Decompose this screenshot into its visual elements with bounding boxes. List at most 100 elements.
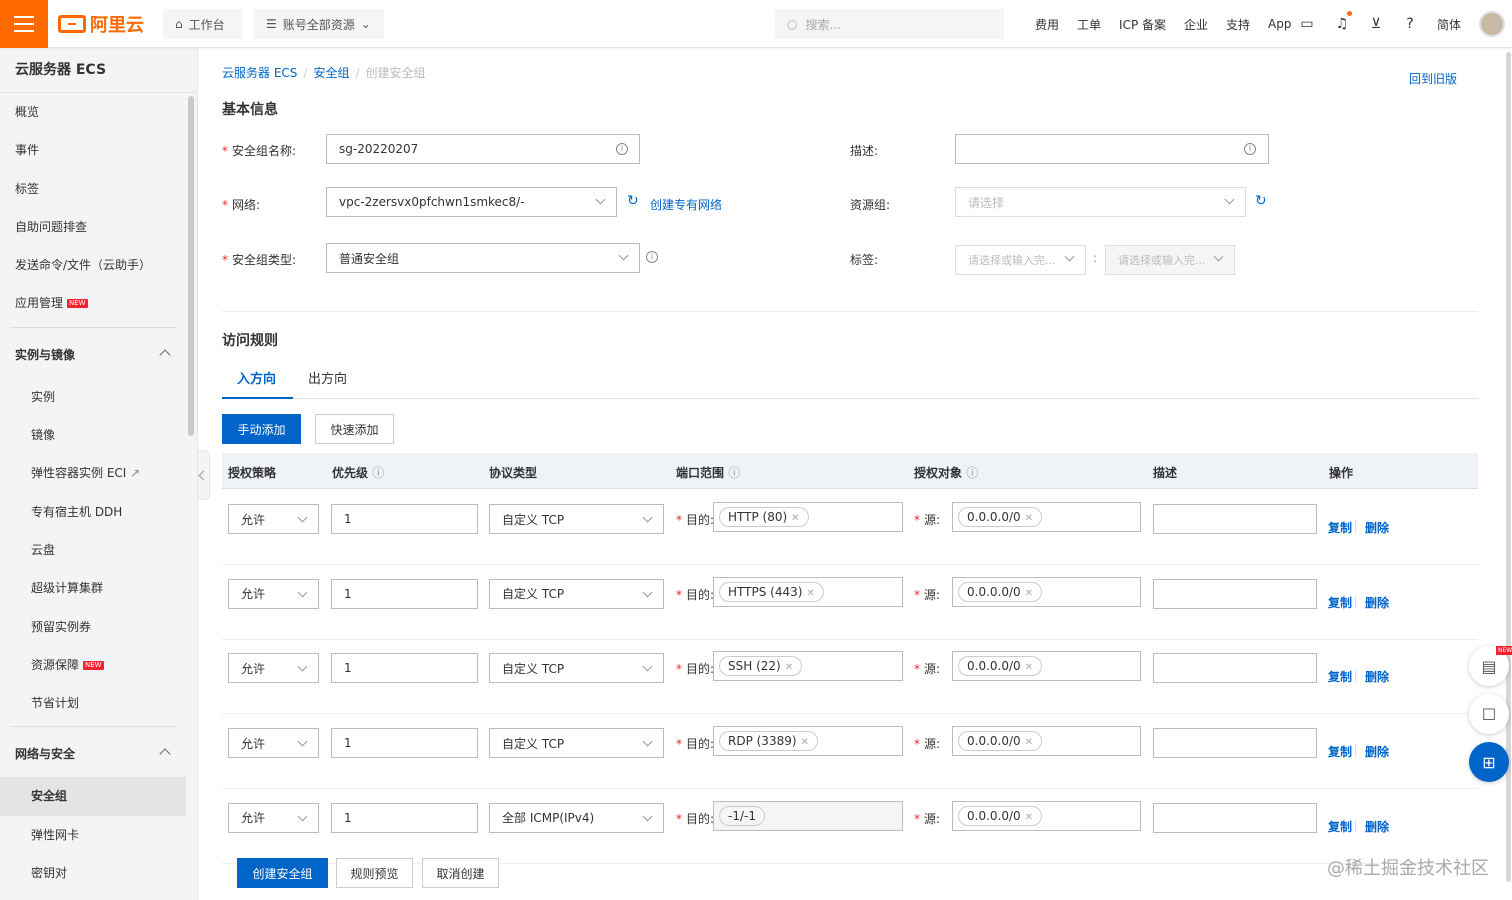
port-tag[interactable]: HTTPS (443) ✕: [719, 581, 824, 602]
port-tag[interactable]: SSH (22) ✕: [719, 656, 803, 677]
tab-inbound[interactable]: 入方向: [237, 368, 276, 387]
rule-desc-input[interactable]: [1153, 504, 1317, 534]
help-icon[interactable]: ?: [1401, 15, 1419, 33]
info-icon[interactable]: i: [646, 251, 658, 263]
rule-preview-button[interactable]: 规则预览: [336, 858, 413, 888]
sidebar-collapse-handle[interactable]: [198, 450, 210, 500]
search-input[interactable]: ○ 搜索...: [775, 9, 1004, 39]
priority-input[interactable]: 1: [331, 653, 478, 684]
sidebar-item-eni[interactable]: 弹性网卡: [0, 816, 197, 854]
apps-icon[interactable]: ⊞: [1469, 742, 1509, 782]
sidebar-item-scc[interactable]: 超级计算集群: [0, 569, 197, 607]
close-icon[interactable]: ✕: [785, 662, 793, 673]
source-tag[interactable]: 0.0.0.0/0 ✕: [958, 731, 1043, 752]
refresh-icon[interactable]: ↻: [1255, 193, 1267, 209]
priority-input[interactable]: 1: [331, 802, 478, 833]
sidebar-item-ri[interactable]: 预留实例券: [0, 608, 197, 646]
back-to-old-link[interactable]: 回到旧版: [1409, 70, 1457, 87]
copy-rule-link[interactable]: 复制: [1328, 818, 1352, 835]
sidebar-item-overview[interactable]: 概览: [0, 93, 197, 131]
sidebar-scrollbar[interactable]: [188, 96, 194, 436]
network-select[interactable]: vpc-2zersvx0pfchwn1smkec8/-: [326, 187, 617, 217]
sidebar-item-eci[interactable]: 弹性容器实例 ECI ↗: [0, 454, 197, 492]
terminal-icon[interactable]: ▭: [1298, 15, 1316, 33]
copy-rule-link[interactable]: 复制: [1328, 668, 1352, 685]
workbench-button[interactable]: ⌂ 工作台: [163, 9, 242, 39]
source-tag[interactable]: 0.0.0.0/0 ✕: [958, 805, 1043, 826]
desc-input[interactable]: [955, 134, 1269, 164]
nav-icp[interactable]: ICP 备案: [1110, 16, 1175, 33]
cancel-create-button[interactable]: 取消创建: [422, 858, 499, 888]
copy-rule-link[interactable]: 复制: [1328, 743, 1352, 760]
tab-outbound[interactable]: 出方向: [308, 368, 347, 387]
manual-add-button[interactable]: 手动添加: [222, 414, 301, 444]
rule-desc-input[interactable]: [1153, 653, 1317, 684]
protocol-select[interactable]: 自定义 TCP: [489, 504, 664, 534]
sidebar-item-events[interactable]: 事件: [0, 131, 197, 169]
info-icon[interactable]: ⓘ: [372, 466, 384, 480]
source-tag[interactable]: 0.0.0.0/0 ✕: [958, 507, 1043, 527]
nav-app[interactable]: App: [1259, 17, 1300, 31]
resources-dropdown[interactable]: ☰ 账号全部资源 ⌄: [254, 9, 384, 39]
delete-rule-link[interactable]: 删除: [1365, 743, 1389, 760]
copy-rule-link[interactable]: 复制: [1328, 519, 1352, 536]
create-sg-button[interactable]: 创建安全组: [237, 858, 328, 888]
close-icon[interactable]: ✕: [801, 737, 809, 748]
protocol-select[interactable]: 自定义 TCP: [489, 728, 664, 759]
nav-ticket[interactable]: 工单: [1068, 16, 1110, 33]
close-icon[interactable]: ✕: [1025, 662, 1033, 673]
info-icon[interactable]: ⓘ: [728, 466, 740, 480]
priority-input[interactable]: 1: [331, 504, 478, 534]
nav-enterprise[interactable]: 企业: [1175, 16, 1217, 33]
sidebar-item-diagnose[interactable]: 自助问题排查: [0, 208, 197, 246]
info-icon[interactable]: ⓘ: [966, 466, 978, 480]
sidebar-item-assurance[interactable]: 资源保障 NEW: [0, 646, 197, 684]
priority-input[interactable]: 1: [331, 728, 478, 759]
cart-icon[interactable]: ⊻: [1367, 15, 1385, 33]
close-icon[interactable]: ✕: [791, 513, 799, 524]
aliyun-logo[interactable]: 阿里云: [58, 12, 144, 36]
delete-rule-link[interactable]: 删除: [1365, 519, 1389, 536]
sidebar-item-ddh[interactable]: 专有宿主机 DDH: [0, 493, 197, 531]
sidebar-item-tags[interactable]: 标签: [0, 170, 197, 208]
port-tag[interactable]: -1/-1: [719, 805, 765, 826]
nav-fees[interactable]: 费用: [1026, 16, 1068, 33]
source-tag[interactable]: 0.0.0.0/0 ✕: [958, 581, 1043, 602]
bell-icon[interactable]: ♫: [1333, 15, 1351, 33]
port-tag[interactable]: HTTP (80) ✕: [719, 507, 809, 527]
tag-value-select[interactable]: 请选择或输入完...: [1105, 245, 1235, 275]
info-icon[interactable]: i: [1244, 143, 1256, 155]
lang-switch[interactable]: 简体: [1436, 15, 1462, 33]
sidebar-item-instance[interactable]: 实例: [0, 378, 197, 416]
create-vpc-link[interactable]: 创建专有网络: [650, 196, 722, 213]
close-icon[interactable]: ✕: [1025, 737, 1033, 748]
delete-rule-link[interactable]: 删除: [1365, 818, 1389, 835]
close-icon[interactable]: ✕: [1025, 588, 1033, 599]
protocol-select[interactable]: 自定义 TCP: [489, 578, 664, 609]
nav-support[interactable]: 支持: [1217, 16, 1259, 33]
sidebar-group-instances[interactable]: 实例与镜像: [0, 332, 197, 378]
sidebar-group-network[interactable]: 网络与安全: [0, 731, 197, 777]
tag-key-select[interactable]: 请选择或输入完...: [955, 245, 1086, 275]
breadcrumb-ecs[interactable]: 云服务器 ECS: [222, 66, 297, 80]
breadcrumb-sg[interactable]: 安全组: [313, 66, 349, 80]
info-icon[interactable]: i: [616, 143, 628, 155]
priority-input[interactable]: 1: [331, 578, 478, 609]
refresh-icon[interactable]: ↻: [627, 193, 639, 209]
sidebar-item-image[interactable]: 镜像: [0, 416, 197, 454]
sidebar-item-savings[interactable]: 节省计划: [0, 684, 197, 722]
sg-name-input[interactable]: sg-20220207: [326, 134, 640, 164]
sidebar-item-disk[interactable]: 云盘: [0, 531, 197, 569]
rule-desc-input[interactable]: [1153, 728, 1317, 759]
quick-add-button[interactable]: 快速添加: [315, 414, 394, 444]
close-icon[interactable]: ✕: [1025, 812, 1033, 823]
close-icon[interactable]: ✕: [806, 588, 814, 599]
delete-rule-link[interactable]: 删除: [1365, 594, 1389, 611]
rule-desc-input[interactable]: [1153, 802, 1317, 833]
sidebar-item-cloud-assistant[interactable]: 发送命令/文件（云助手）: [0, 246, 197, 284]
menu-icon[interactable]: [0, 0, 48, 48]
close-icon[interactable]: ✕: [1025, 513, 1033, 524]
port-tag[interactable]: RDP (3389) ✕: [719, 731, 818, 752]
sidebar-item-security-group[interactable]: 安全组: [0, 777, 186, 816]
avatar[interactable]: [1479, 11, 1505, 37]
